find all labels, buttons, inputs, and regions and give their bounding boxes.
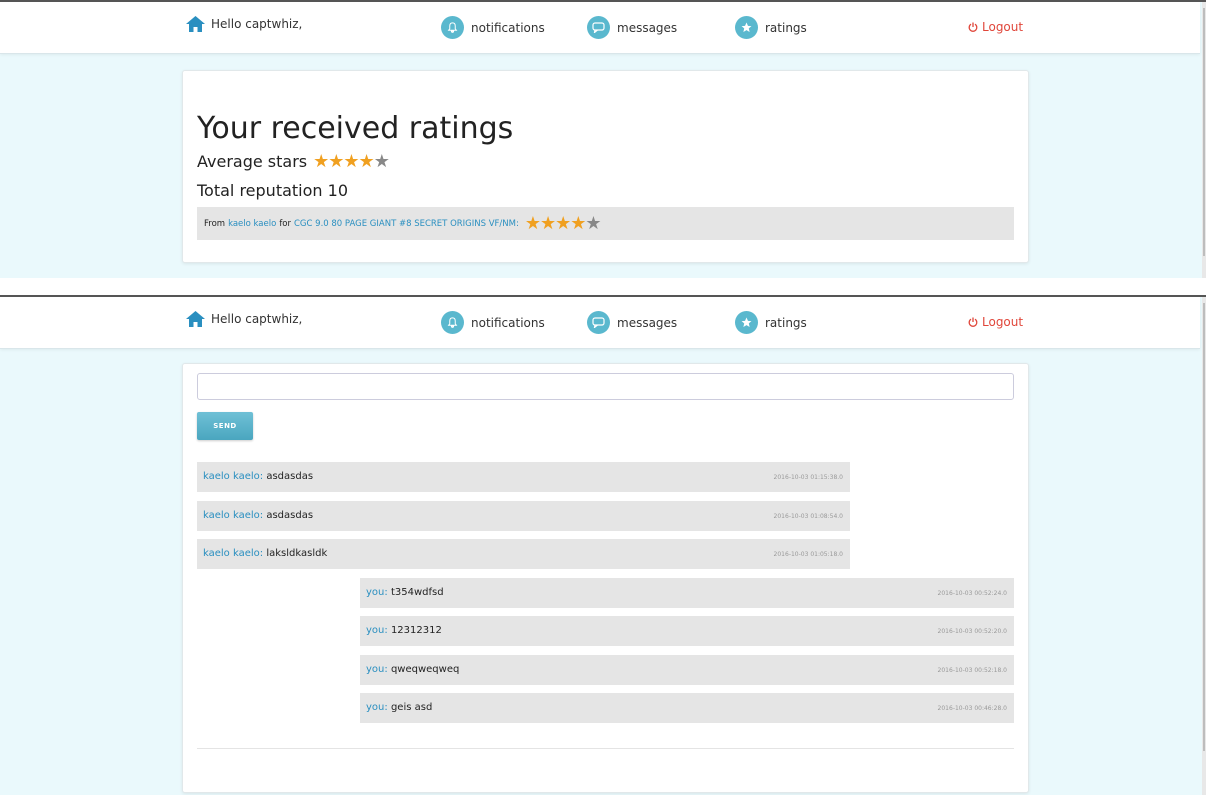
greeting-text: Hello captwhiz, <box>211 312 303 326</box>
average-stars: Average stars ★ ★ ★ ★ ★ <box>197 151 390 172</box>
message-item: you: geis asd 2016-10-03 00:46:28.0 <box>360 693 1014 723</box>
star-filled-icon: ★ <box>358 151 375 172</box>
home-link[interactable]: Hello captwhiz, <box>186 311 302 327</box>
message-item: you: qweqweqweq 2016-10-03 00:52:18.0 <box>360 654 1014 685</box>
ratings-screenshot: Hello captwhiz, notifications messages r… <box>0 0 1206 278</box>
home-icon <box>186 16 205 32</box>
rating-entry: From kaelo kaelo for CGC 9.0 80 PAGE GIANT … <box>197 207 1014 240</box>
message-timestamp: 2016-10-03 01:05:18.0 <box>773 551 843 558</box>
star-icon <box>735 311 758 334</box>
divider <box>197 748 1014 749</box>
bell-icon <box>441 16 464 39</box>
top-navbar: Hello captwhiz, notifications messages r… <box>0 2 1200 54</box>
message-timestamp: 2016-10-03 01:15:38.0 <box>773 474 843 481</box>
star-filled-icon: ★ <box>555 213 571 234</box>
message-timestamp: 2016-10-03 01:08:54.0 <box>773 512 843 520</box>
message-text: t354wdfsd <box>390 586 444 598</box>
message-sender[interactable]: kaelo kaelo: <box>203 510 263 521</box>
star-filled-icon: ★ <box>328 151 344 172</box>
message-sender[interactable]: you: <box>366 587 388 598</box>
chat-icon <box>587 311 610 334</box>
ratings-card: Your received ratings Average stars ★ ★ ★ ★… <box>182 70 1029 263</box>
messages-screenshot: Hello captwhiz, notifications messages r… <box>0 295 1206 795</box>
item-link[interactable]: CGC 9.0 80 PAGE GIANT #8 SECRET ORIGINS … <box>294 219 519 229</box>
star-empty-icon: ★ <box>585 213 601 234</box>
from-label: From <box>204 218 226 229</box>
nav-messages[interactable]: messages <box>587 16 677 39</box>
nav-notifications[interactable]: notifications <box>441 311 545 334</box>
nav-ratings[interactable]: ratings <box>735 311 807 334</box>
message-timestamp: 2016-10-03 00:46:28.0 <box>937 705 1007 712</box>
message-item: you: 12312312 2016-10-03 00:52:20.0 <box>360 616 1014 646</box>
star-icon <box>735 16 758 39</box>
power-icon <box>968 317 978 327</box>
bell-icon <box>441 311 464 334</box>
average-stars-label: Average stars <box>197 152 308 171</box>
star-filled-icon: ★ <box>343 151 359 172</box>
power-icon <box>968 22 978 32</box>
message-timestamp: 2016-10-03 00:52:18.0 <box>937 666 1007 674</box>
scrollbar[interactable] <box>1202 2 1206 278</box>
nav-messages[interactable]: messages <box>587 311 677 334</box>
nav-notifications-label: notifications <box>471 315 545 330</box>
star-empty-icon: ★ <box>373 151 390 172</box>
message-timestamp: 2016-10-03 00:52:24.0 <box>937 589 1007 597</box>
top-navbar: Hello captwhiz, notifications messages r… <box>0 297 1200 349</box>
message-item: kaelo kaelo: laksldkasldk 2016-10-03 01:0… <box>197 539 850 569</box>
logout-label: Logout <box>982 20 1024 34</box>
message-text: laksldkasldk <box>266 548 328 559</box>
nav-notifications[interactable]: notifications <box>441 16 545 39</box>
greeting-text: Hello captwhiz, <box>211 17 303 31</box>
nav-notifications-label: notifications <box>471 20 545 35</box>
message-text: qweqweqweq <box>390 663 460 675</box>
message-item: kaelo kaelo: asdasdas 2016-10-03 01:08:54… <box>197 500 850 531</box>
message-sender[interactable]: kaelo kaelo: <box>203 548 263 559</box>
message-item: you: t354wdfsd 2016-10-03 00:52:24.0 <box>360 577 1014 608</box>
message-text: asdasdas <box>266 471 314 482</box>
scrollbar[interactable] <box>1202 297 1206 795</box>
average-star-rating: ★ ★ ★ ★ ★ <box>313 151 390 172</box>
nav-ratings[interactable]: ratings <box>735 16 807 39</box>
message-item: kaelo kaelo: asdasdas 2016-10-03 01:15:38… <box>197 462 850 492</box>
message-sender[interactable]: kaelo kaelo: <box>203 471 263 482</box>
nav-messages-label: messages <box>617 20 678 35</box>
message-text: asdasdas <box>266 509 314 521</box>
message-sender[interactable]: you: <box>366 625 388 636</box>
nav-ratings-label: ratings <box>765 20 807 35</box>
send-button[interactable]: SEND <box>197 412 253 440</box>
star-filled-icon: ★ <box>524 213 541 234</box>
message-input[interactable] <box>197 373 1014 400</box>
home-icon <box>186 311 205 327</box>
logout-button[interactable]: Logout <box>968 20 1023 34</box>
nav-messages-label: messages <box>617 315 678 330</box>
entry-star-rating: ★ ★ ★ ★ ★ <box>524 213 602 234</box>
chat-icon <box>587 16 610 39</box>
messages-card: SEND kaelo kaelo: asdasdas 2016-10-03 01:… <box>182 363 1029 793</box>
message-timestamp: 2016-10-03 00:52:20.0 <box>937 628 1007 635</box>
message-sender[interactable]: you: <box>366 702 388 713</box>
nav-ratings-label: ratings <box>765 315 807 330</box>
for-label: for <box>279 218 291 229</box>
rater-link[interactable]: kaelo kaelo <box>228 219 276 229</box>
message-text: geis asd <box>390 702 433 713</box>
logout-label: Logout <box>982 315 1024 329</box>
message-text: 12312312 <box>390 625 442 636</box>
home-link[interactable]: Hello captwhiz, <box>186 16 302 32</box>
page-title: Your received ratings <box>197 111 514 146</box>
star-filled-icon: ★ <box>313 151 329 172</box>
message-sender[interactable]: you: <box>366 664 388 675</box>
logout-button[interactable]: Logout <box>968 315 1023 329</box>
total-reputation: Total reputation 10 <box>197 181 348 200</box>
star-filled-icon: ★ <box>570 213 586 234</box>
star-filled-icon: ★ <box>539 213 556 234</box>
